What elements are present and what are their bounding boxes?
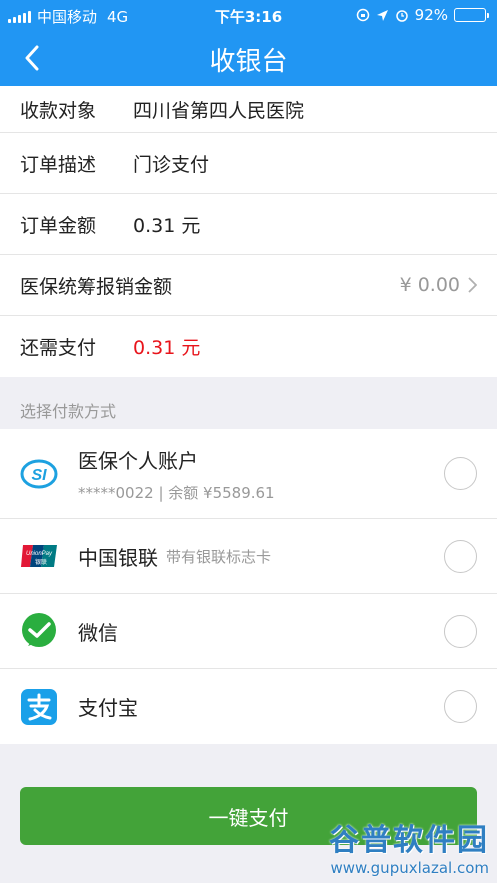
status-bar: 中国移动 4G 下午3:16 92%: [0, 0, 497, 30]
insurance-reimbursement-label: 医保统筹报销金额: [20, 275, 173, 298]
site-watermark: 谷普软件园 www.gupuxlazal.com: [329, 815, 489, 877]
insurance-reimbursement-value: ¥ 0.00: [399, 274, 460, 296]
location-arrow-icon: [376, 9, 388, 21]
wechat-icon: [20, 612, 58, 650]
unionpay-icon: UnionPay 银联: [20, 537, 58, 575]
payment-option-insurance[interactable]: SI 医保个人账户 *****0022 | 余额 ¥5589.61: [0, 429, 497, 519]
payment-method-list: SI 医保个人账户 *****0022 | 余额 ¥5589.61 UnionP…: [0, 429, 497, 744]
insurance-account-balance: *****0022 | 余额 ¥5589.61: [78, 483, 275, 502]
payment-option-unionpay[interactable]: UnionPay 银联 中国银联 带有银联标志卡: [0, 519, 497, 594]
payment-option-name: 中国银联: [78, 545, 158, 570]
description-label: 订单描述: [20, 153, 97, 176]
radio-alipay[interactable]: [444, 690, 477, 723]
description-value: 门诊支付: [133, 153, 210, 176]
watermark-text: 谷普软件园: [329, 823, 489, 858]
battery-icon: [454, 8, 489, 22]
amount-label: 订单金额: [20, 214, 97, 237]
watermark-url: www.gupuxlazal.com: [330, 859, 489, 877]
payment-option-name: 支付宝: [78, 696, 138, 720]
page-title: 收银台: [209, 47, 288, 77]
radio-unionpay[interactable]: [444, 539, 477, 573]
signal-strength-icon: [8, 10, 31, 23]
payment-option-wechat[interactable]: 微信: [0, 594, 497, 669]
description-row: 订单描述 门诊支付: [0, 133, 497, 194]
payment-option-name: 微信: [78, 620, 118, 645]
payment-section-title: 选择付款方式: [20, 402, 117, 421]
amount-due-label: 还需支付: [20, 337, 97, 359]
svg-text:银联: 银联: [35, 558, 47, 566]
insurance-reimbursement-row[interactable]: 医保统筹报销金额 ¥ 0.00: [0, 255, 497, 316]
network-type: 4G: [107, 7, 129, 26]
nav-bar: 收银台: [0, 30, 497, 86]
carrier-name: 中国移动: [37, 8, 98, 26]
unionpay-hint: 带有银联标志卡: [166, 547, 272, 566]
radio-insurance[interactable]: [444, 457, 477, 490]
amount-due-row: 还需支付 0.31 元: [0, 316, 497, 377]
radio-wechat[interactable]: [444, 614, 477, 648]
payee-value: 四川省第四人民医院: [133, 99, 305, 122]
battery-percent: 92%: [414, 6, 448, 24]
amount-due-value: 0.31 元: [133, 337, 201, 359]
alipay-icon: [20, 688, 58, 726]
alarm-icon: [395, 10, 408, 22]
order-info-list: 收款对象 四川省第四人民医院 订单描述 门诊支付 订单金额 0.31 元 医保统…: [0, 86, 497, 377]
payment-option-name: 医保个人账户: [78, 448, 198, 473]
svg-text:UnionPay: UnionPay: [26, 551, 53, 557]
chevron-right-icon: [468, 277, 477, 293]
rotation-lock-icon: [356, 8, 369, 22]
payee-row: 收款对象 四川省第四人民医院: [0, 86, 497, 133]
payee-label: 收款对象: [20, 99, 97, 122]
amount-row: 订单金额 0.31 元: [0, 194, 497, 255]
amount-value: 0.31 元: [133, 214, 201, 237]
svg-text:SI: SI: [31, 467, 47, 484]
social-insurance-icon: SI: [20, 455, 58, 493]
chevron-left-icon: [25, 45, 39, 71]
payment-option-alipay[interactable]: 支付宝: [0, 669, 497, 744]
back-button[interactable]: [14, 40, 50, 76]
